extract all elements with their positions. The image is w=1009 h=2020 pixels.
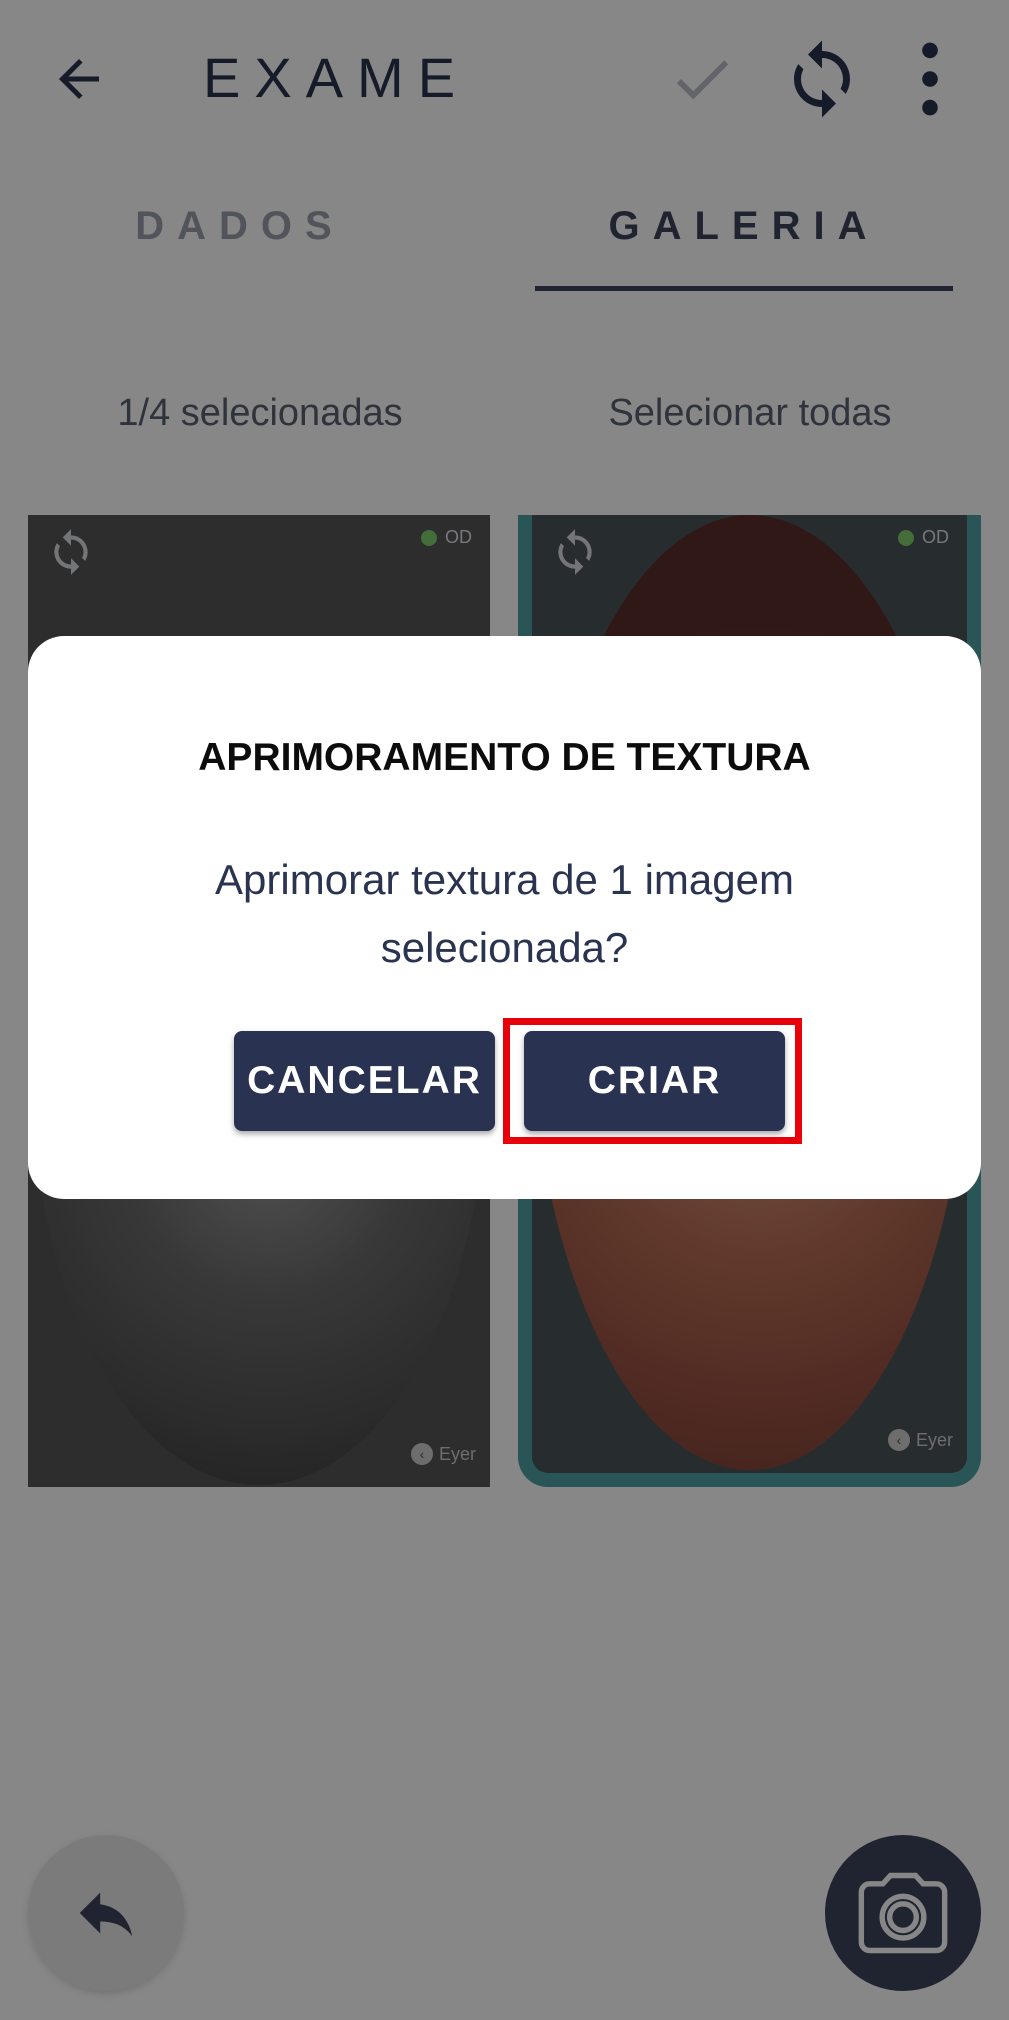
cancel-button[interactable]: CANCELAR — [234, 1031, 495, 1131]
exam-screen: EXAME DADOS GALERIA 1/4 selecionadas Sel… — [0, 0, 1009, 2020]
dialog-title: APRIMORAMENTO DE TEXTURA — [198, 736, 811, 779]
target-highlight-box — [503, 1018, 802, 1144]
dialog-message: Aprimorar textura de 1 imagem selecionad… — [215, 856, 794, 971]
